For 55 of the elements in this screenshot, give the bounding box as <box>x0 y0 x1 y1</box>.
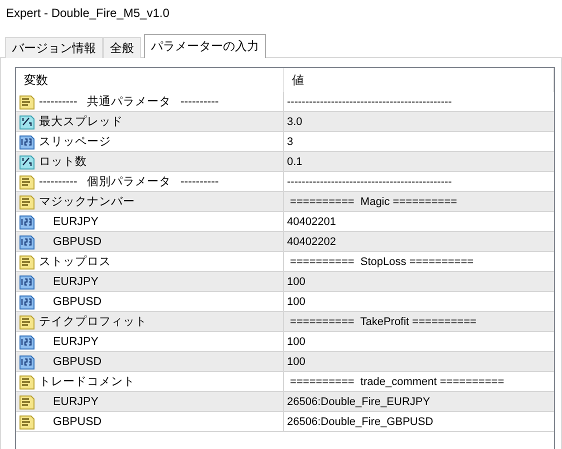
parameter-value[interactable]: ========== TakeProfit ========== <box>287 316 476 328</box>
parameter-value[interactable]: --------------------------------------------- <box>287 176 452 188</box>
text-type-icon <box>19 314 35 330</box>
fraction-type-icon <box>19 154 35 170</box>
parameter-name: EURJPY <box>53 216 98 228</box>
parameter-name: ---------- 個別パラメータ ---------- <box>39 174 219 189</box>
parameter-value[interactable]: ========== Magic ========== <box>287 196 458 208</box>
text-type-icon <box>19 94 35 110</box>
parameter-name: GBPUSD <box>53 236 102 248</box>
parameter-name: ---------- 共通パラメータ ---------- <box>39 94 219 109</box>
tab[interactable]: バージョン情報 <box>5 37 103 58</box>
parameter-value[interactable]: 40402201 <box>287 216 336 228</box>
integer-type-icon <box>19 354 35 370</box>
text-type-icon <box>19 374 35 390</box>
integer-type-icon <box>19 294 35 310</box>
parameter-name: 最大スプレッド <box>39 114 123 129</box>
parameter-value[interactable]: 26506:Double_Fire_EURJPY <box>287 396 430 408</box>
parameter-name: スリッページ <box>39 135 111 149</box>
parameter-name: EURJPY <box>53 396 98 408</box>
parameter-name: マジックナンバー <box>39 195 135 209</box>
window-title: Expert - Double_Fire_M5_v1.0 <box>5 5 170 22</box>
parameter-value[interactable]: ========== trade_comment ========== <box>287 376 504 388</box>
text-type-icon <box>19 414 35 430</box>
parameter-value[interactable]: 3 <box>287 136 294 148</box>
parameter-name: ストップロス <box>39 254 111 269</box>
parameter-value[interactable]: ========== StopLoss ========== <box>287 256 474 268</box>
fraction-type-icon <box>19 114 35 130</box>
parameter-name: テイクプロフィット <box>39 314 147 329</box>
parameter-value[interactable]: 40402202 <box>287 236 336 248</box>
parameter-value[interactable]: 100 <box>287 336 306 348</box>
parameter-value[interactable]: 26506:Double_Fire_GBPUSD <box>287 416 434 428</box>
tab[interactable]: 全般 <box>103 37 141 58</box>
parameter-name: GBPUSD <box>53 416 102 428</box>
parameter-name: EURJPY <box>53 336 98 348</box>
text-type-icon <box>19 194 35 210</box>
parameter-name: GBPUSD <box>53 356 102 368</box>
integer-type-icon <box>19 234 35 250</box>
parameter-name: GBPUSD <box>53 296 102 308</box>
text-type-icon <box>19 254 35 270</box>
integer-type-icon <box>19 334 35 350</box>
text-type-icon <box>19 394 35 410</box>
integer-type-icon <box>19 134 35 150</box>
tab[interactable]: パラメーターの入力 <box>144 34 266 58</box>
parameter-name: ロット数 <box>39 154 87 169</box>
integer-type-icon <box>19 274 35 290</box>
parameter-value[interactable]: 100 <box>287 276 306 288</box>
parameter-value[interactable]: --------------------------------------------- <box>287 96 452 108</box>
integer-type-icon <box>19 214 35 230</box>
parameter-value[interactable]: 0.1 <box>287 156 302 168</box>
parameter-value[interactable]: 100 <box>287 356 306 368</box>
parameter-name: トレードコメント <box>39 375 135 389</box>
parameter-value[interactable]: 3.0 <box>287 116 302 128</box>
text-type-icon <box>19 174 35 190</box>
parameter-value[interactable]: 100 <box>287 296 306 308</box>
parameter-name: EURJPY <box>53 276 98 288</box>
